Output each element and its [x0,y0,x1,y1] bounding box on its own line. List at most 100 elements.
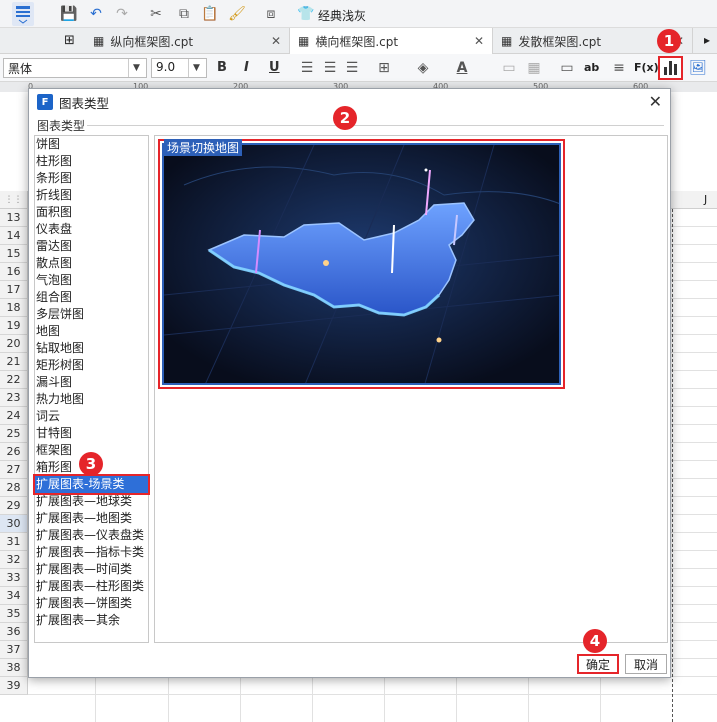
merge-cells-icon[interactable]: ▭ [500,59,518,77]
redo-icon[interactable]: ↷ [113,5,131,23]
row-header[interactable]: 22 [0,371,28,389]
copy-icon[interactable]: ⧉ [175,5,193,23]
chart-type-item[interactable]: 散点图 [35,255,148,272]
row-header[interactable]: 38 [0,659,28,677]
chart-type-list[interactable]: 饼图 柱形图 条形图 折线图 面积图 仪表盘 雷达图 散点图 气泡图 组合图 多层饼图 地图 钻取地图矩… [33,135,150,643]
row-header[interactable]: 16 [0,263,28,281]
row-header[interactable]: 27 [0,461,28,479]
chart-type-item[interactable]: 条形图 [35,170,148,187]
tab-vertical-frame[interactable]: ▦ 纵向框架图.cpt ✕ [85,28,290,54]
tab-label: 发散框架图.cpt [518,34,602,49]
row-header[interactable]: 39 [0,677,28,695]
chart-type-item[interactable]: 扩展图表—柱形图类 [35,578,148,595]
chart-type-item[interactable]: 气泡图 [35,272,148,289]
close-icon[interactable]: ✕ [271,34,281,48]
row-header[interactable]: 19 [0,317,28,335]
row-header[interactable]: 31 [0,533,28,551]
chart-type-item[interactable]: 面积图 [35,204,148,221]
close-icon[interactable]: ✕ [649,92,662,111]
ok-button[interactable]: 确定 [577,654,619,674]
split-cells-icon[interactable]: ▦ [525,59,543,77]
row-header[interactable]: 15 [0,245,28,263]
row-header[interactable]: 18 [0,299,28,317]
undo-icon[interactable]: ↶ [87,5,105,23]
theme-label[interactable]: 经典浅灰 [318,7,366,24]
text-cell-icon[interactable]: ▭ [558,59,576,77]
italic-button[interactable]: I [244,60,249,75]
row-header[interactable]: 37 [0,641,28,659]
chart-type-item[interactable]: 矩形树图 [35,357,148,374]
row-header[interactable]: 26 [0,443,28,461]
row-header[interactable]: 14 [0,227,28,245]
row-header[interactable]: 29 [0,497,28,515]
row-header[interactable]: 20 [0,335,28,353]
row-header[interactable]: 24 [0,407,28,425]
chart-type-item[interactable]: 扩展图表—指标卡类 [35,544,148,561]
font-size-select[interactable]: 9.0 ▼ [151,58,207,78]
bold-button[interactable]: B [217,60,227,75]
format-painter-icon[interactable]: 🖌 [228,5,246,23]
chart-type-item[interactable]: 扩展图表—地图类 [35,510,148,527]
border-icon[interactable]: ⊞ [375,59,393,77]
row-header[interactable]: 28 [0,479,28,497]
bar-chart-icon [664,61,677,75]
row-header[interactable]: 23 [0,389,28,407]
chart-type-item[interactable]: 多层饼图 [35,306,148,323]
chart-type-item[interactable]: 扩展图表—地球类 [35,493,148,510]
chart-type-item[interactable]: 扩展图表—其余 [35,612,148,629]
theme-icon[interactable]: 👕 [297,5,315,23]
row-header[interactable]: 30 [0,515,28,533]
align-left-icon[interactable]: ☰ [298,59,316,77]
close-icon[interactable]: ✕ [474,34,484,48]
row-header[interactable]: 13 [0,209,28,227]
row-header[interactable]: 35 [0,605,28,623]
row-header[interactable]: 34 [0,587,28,605]
align-right-icon[interactable]: ☰ [343,59,361,77]
preview-icon[interactable]: ⧈ [262,5,280,23]
fill-color-icon[interactable]: ◈ [414,59,432,77]
chart-type-item[interactable]: 折线图 [35,187,148,204]
paste-icon[interactable]: 📋 [201,5,219,23]
more-tabs-icon[interactable]: ▸ [704,33,710,47]
font-color-icon[interactable]: A [453,59,471,77]
font-family-select[interactable]: 黑体 ▼ [3,58,147,78]
chart-type-item[interactable]: 热力地图 [35,391,148,408]
underline-button[interactable]: U [269,60,280,75]
chart-type-item[interactable]: 词云 [35,408,148,425]
ab-button[interactable]: ab [584,61,599,74]
tab-grid-icon[interactable]: ⊞ [64,33,75,48]
row-header[interactable]: 36 [0,623,28,641]
row-header[interactable]: 21 [0,353,28,371]
app-menu-icon[interactable] [12,2,34,26]
chart-type-item[interactable]: 柱形图 [35,153,148,170]
column-header-j[interactable]: J [704,193,707,206]
row-header[interactable]: 33 [0,569,28,587]
preview-card-scene-map[interactable]: 场景切换地图 [158,139,565,389]
chart-type-item[interactable]: 仪表盘 [35,221,148,238]
align-center-icon[interactable]: ☰ [321,59,339,77]
step-badge-2: 2 [333,106,357,130]
cut-icon[interactable]: ✂ [147,5,165,23]
chart-type-item[interactable]: 组合图 [35,289,148,306]
save-icon[interactable]: 💾 [60,5,78,23]
insert-chart-button[interactable] [658,56,683,80]
chart-type-item[interactable]: 扩展图表—仪表盘类 [35,527,148,544]
chart-type-item[interactable]: 扩展图表-场景类 [33,474,150,495]
row-header[interactable]: 17 [0,281,28,299]
chart-type-item[interactable]: 扩展图表—饼图类 [35,595,148,612]
paragraph-icon[interactable]: ≡ [610,59,628,77]
chart-type-item[interactable]: 地图 [35,323,148,340]
formula-button[interactable]: F(x) [634,61,659,74]
chart-type-item[interactable]: 扩展图表—时间类 [35,561,148,578]
row-header[interactable]: 32 [0,551,28,569]
chart-type-item[interactable]: 饼图 [35,136,148,153]
cancel-button[interactable]: 取消 [625,654,667,674]
chart-type-item[interactable]: 甘特图 [35,425,148,442]
insert-image-icon[interactable]: 🖼 [689,59,707,77]
select-all-corner[interactable]: ⋮⋮ [0,191,28,209]
row-header[interactable]: 25 [0,425,28,443]
tab-horizontal-frame[interactable]: ▦ 横向框架图.cpt ✕ [290,28,493,54]
chart-type-item[interactable]: 钻取地图 [35,340,148,357]
chart-type-item[interactable]: 雷达图 [35,238,148,255]
chart-type-item[interactable]: 漏斗图 [35,374,148,391]
